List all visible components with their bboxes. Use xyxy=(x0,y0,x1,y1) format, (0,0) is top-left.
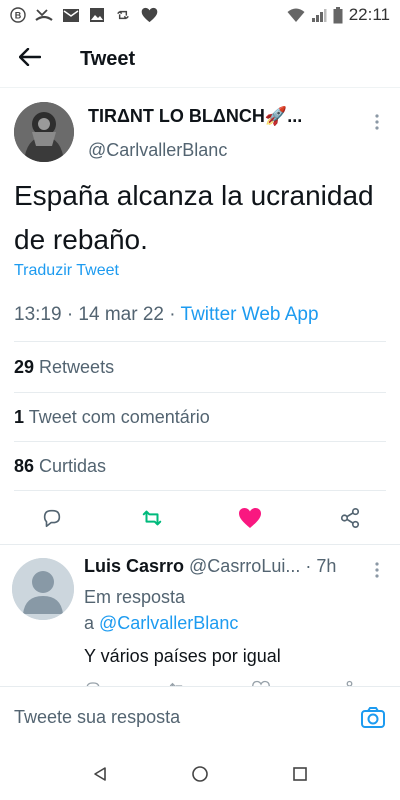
triangle-back-icon xyxy=(92,766,108,787)
likes-count: 86 xyxy=(14,456,35,476)
tweet-action-bar xyxy=(0,500,400,540)
nav-recents-button[interactable] xyxy=(288,764,312,788)
reply-avatar[interactable] xyxy=(12,558,74,620)
tweet-source-link[interactable]: Twitter Web App xyxy=(181,304,319,325)
top-app-bar: Tweet xyxy=(0,32,400,88)
reply-context-a: a xyxy=(84,613,100,633)
camera-button[interactable] xyxy=(360,705,386,731)
divider xyxy=(14,392,386,393)
heart-notification-icon xyxy=(141,7,158,23)
retweets-stat[interactable]: 29 Retweets xyxy=(14,357,114,378)
reply-more-options-button[interactable] xyxy=(372,560,382,580)
notification-b-icon: B xyxy=(10,7,26,23)
reply-icon xyxy=(41,507,63,534)
missed-call-icon xyxy=(35,7,53,23)
reply-input[interactable]: Tweete sua resposta xyxy=(14,707,180,728)
retweets-count: 29 xyxy=(14,357,35,377)
author-avatar[interactable] xyxy=(14,102,74,162)
tweet-meta: 13:19 · 14 mar 22 · Twitter Web App xyxy=(14,304,319,326)
reply-header: Luis Casrro @CasrroLui... · 7h xyxy=(84,556,384,577)
retweet-icon xyxy=(140,507,164,534)
camera-icon xyxy=(360,707,386,735)
translate-tweet-link[interactable]: Traduzir Tweet xyxy=(14,262,119,280)
share-button[interactable] xyxy=(336,506,364,534)
likes-stat[interactable]: 86 Curtidas xyxy=(14,456,106,477)
more-options-button[interactable] xyxy=(372,112,382,132)
wifi-icon xyxy=(287,8,305,23)
divider xyxy=(14,441,386,442)
nav-home-button[interactable] xyxy=(188,764,212,788)
page-title: Tweet xyxy=(80,48,136,70)
image-icon xyxy=(89,7,105,23)
retweet-button[interactable] xyxy=(138,506,166,534)
tweet-text: España alcanza la ucranidad de rebaño. xyxy=(14,180,374,255)
nav-back-button[interactable] xyxy=(88,764,112,788)
battery-icon xyxy=(333,6,343,24)
svg-text:B: B xyxy=(15,11,22,21)
mail-icon xyxy=(62,8,80,23)
reply-context-prefix: Em resposta xyxy=(84,587,186,607)
back-arrow-icon xyxy=(18,47,42,71)
reply-author-name[interactable]: Luis Casrro xyxy=(84,556,184,576)
back-button[interactable] xyxy=(0,32,60,88)
reply-text: Y vários países por igual xyxy=(84,646,281,666)
reply-author-handle[interactable]: @CasrroLui... · 7h xyxy=(184,556,336,576)
author-name[interactable]: TIRΔNT LO BLΔNCH🚀... xyxy=(88,106,348,127)
tweet-author-row: TIRΔNT LO BLΔNCH🚀... @CarlvallerBlanc xyxy=(0,90,400,168)
system-nav-bar xyxy=(0,752,400,800)
retweets-label: Retweets xyxy=(34,357,115,377)
quotes-label: Tweet com comentário xyxy=(24,407,210,427)
reply-button[interactable] xyxy=(38,506,66,534)
main-tweet: TIRΔNT LO BLΔNCH🚀... @CarlvallerBlanc Es… xyxy=(0,90,400,325)
compose-reply-bar: Tweete sua resposta xyxy=(0,686,400,752)
status-icons-right: 22:11 xyxy=(287,5,390,25)
tweet-timestamp: 13:19 · 14 mar 22 · xyxy=(14,304,181,325)
section-divider xyxy=(0,544,400,545)
reply-mention-link[interactable]: @CarlvallerBlanc xyxy=(99,613,238,633)
circle-home-icon xyxy=(191,765,209,788)
quotes-count: 1 xyxy=(14,407,25,427)
signal-icon xyxy=(311,8,327,23)
heart-filled-icon xyxy=(238,507,262,534)
status-time: 22:11 xyxy=(348,5,390,24)
more-vertical-icon xyxy=(372,562,382,584)
like-button[interactable] xyxy=(236,506,264,534)
share-icon xyxy=(339,507,361,534)
more-vertical-icon xyxy=(372,114,382,136)
status-bar: B 22:11 xyxy=(0,0,400,30)
retweet-notification-icon xyxy=(114,7,132,23)
likes-label: Curtidas xyxy=(34,456,107,476)
reply-context: Em resposta a @CarlvallerBlanc xyxy=(84,584,238,636)
author-handle[interactable]: @CarlvallerBlanc xyxy=(88,140,227,161)
divider xyxy=(14,490,386,491)
square-recents-icon xyxy=(293,766,307,786)
divider xyxy=(14,341,386,342)
status-icons-left: B xyxy=(10,7,158,23)
quotes-stat[interactable]: 1 Tweet com comentário xyxy=(14,407,210,428)
reply-tweet[interactable]: Luis Casrro @CasrroLui... · 7h Em respos… xyxy=(0,546,400,686)
